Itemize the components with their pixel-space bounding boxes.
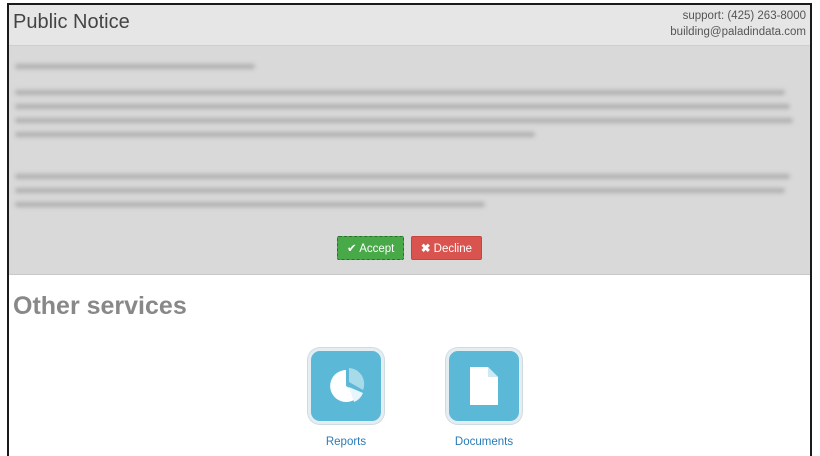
support-contact: support: (425) 263-8000 building@paladin… [670, 8, 806, 40]
support-phone: support: (425) 263-8000 [682, 10, 806, 22]
page-title: Public Notice [13, 11, 130, 33]
notice-panel: ✔ Accept ✖ Decline [9, 46, 810, 275]
documents-link[interactable]: Documents [444, 436, 524, 448]
accept-button[interactable]: ✔ Accept [336, 236, 405, 260]
check-icon: ✔ [346, 243, 357, 255]
page-header: Public Notice support: (425) 263-8000 bu… [9, 5, 810, 46]
app-window: Public Notice support: (425) 263-8000 bu… [7, 3, 812, 456]
decline-button[interactable]: ✖ Decline [410, 236, 483, 260]
support-email: building@paladindata.com [670, 26, 806, 38]
pie-chart-icon [330, 368, 365, 402]
services-heading: Other services [13, 292, 187, 320]
decline-label: Decline [433, 243, 473, 255]
close-icon: ✖ [420, 243, 431, 255]
service-tile-documents[interactable]: Documents [444, 348, 524, 448]
notice-heading-blurred [15, 64, 804, 78]
documents-tile-icon[interactable] [446, 348, 522, 424]
notice-actions: ✔ Accept ✖ Decline [9, 236, 810, 260]
notice-paragraph-1-blurred [15, 90, 804, 146]
service-tile-reports[interactable]: Reports [306, 348, 386, 448]
notice-paragraph-2-blurred [15, 174, 804, 216]
reports-link[interactable]: Reports [306, 436, 386, 448]
accept-label: Accept [359, 243, 395, 255]
document-icon [470, 367, 498, 405]
reports-tile-icon[interactable] [308, 348, 384, 424]
